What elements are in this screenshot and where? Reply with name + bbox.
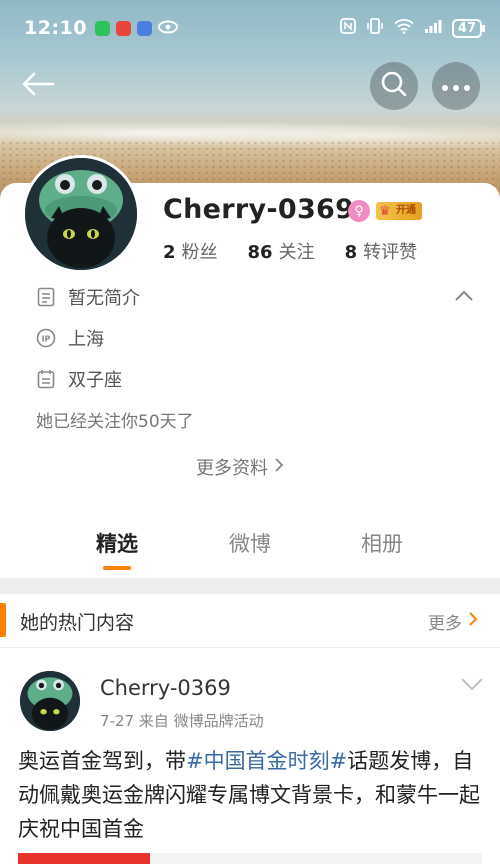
wifi-icon xyxy=(394,18,414,38)
hot-content-title: 她的热门内容 xyxy=(20,612,135,634)
crown-icon: ♛ xyxy=(379,204,391,219)
tab-album[interactable]: 相册 xyxy=(361,528,403,558)
post-body: 奥运首金驾到，带#中国首金时刻#话题发博，自动佩戴奥运金牌闪耀专属博文背景卡，和… xyxy=(18,744,482,846)
hot-more-link[interactable]: 更多 xyxy=(428,609,478,634)
svg-text:IP: IP xyxy=(42,335,51,344)
post-menu-button[interactable] xyxy=(460,676,484,695)
tab-featured[interactable]: 精选 xyxy=(96,528,138,558)
post-image[interactable] xyxy=(18,853,150,864)
location-text: 上海 xyxy=(68,329,104,350)
more-dots-icon xyxy=(441,77,471,96)
vip-open-badge[interactable]: ♛ 开通 xyxy=(376,202,422,220)
search-button[interactable] xyxy=(370,62,418,110)
back-button[interactable] xyxy=(16,64,60,108)
music-app-icon xyxy=(136,20,152,36)
post-author-name[interactable]: Cherry-0369 xyxy=(100,676,231,700)
hot-content-header: 她的热门内容 更多 xyxy=(0,594,500,648)
stat-reposts-likes[interactable]: 8 转评赞 xyxy=(345,238,418,264)
profile-tabs: 精选 微博 相册 xyxy=(0,520,500,570)
eye-icon xyxy=(157,19,178,38)
post-text-before: 奥运首金驾到，带 xyxy=(18,749,186,773)
post-topic-link[interactable]: #中国首金时刻# xyxy=(186,749,347,773)
post-author-avatar[interactable] xyxy=(20,671,80,731)
battery-indicator: 47 xyxy=(451,18,486,38)
tab-active-indicator xyxy=(103,566,131,570)
vibrate-icon xyxy=(366,18,384,38)
zodiac-row: 双子座 xyxy=(36,366,122,392)
tab-weibo[interactable]: 微博 xyxy=(229,528,271,558)
wechat-icon xyxy=(94,20,110,36)
section-accent-bar xyxy=(0,603,6,637)
more-options-button[interactable] xyxy=(432,62,480,110)
status-bar: 12:10 47 xyxy=(0,0,500,56)
status-time: 12:10 xyxy=(24,17,87,39)
notes-app-icon xyxy=(115,20,131,36)
more-info-link[interactable]: 更多资料 xyxy=(196,454,284,480)
chevron-right-icon xyxy=(274,457,284,478)
chevron-up-icon xyxy=(454,287,474,306)
arrow-left-icon xyxy=(21,72,55,100)
calendar-icon xyxy=(36,369,56,389)
chevron-right-icon xyxy=(468,611,478,632)
female-icon: ♀ xyxy=(348,200,370,222)
location-row: IP 上海 xyxy=(36,325,104,351)
zodiac-text: 双子座 xyxy=(68,370,122,391)
post-meta: 7-27 来自 微博品牌活动 xyxy=(100,712,264,730)
bio-text: 暂无简介 xyxy=(68,288,140,309)
stat-followers[interactable]: 2 粉丝 xyxy=(163,238,218,264)
post-image-secondary[interactable] xyxy=(150,853,482,864)
stat-following[interactable]: 86 关注 xyxy=(248,238,315,264)
avatar[interactable] xyxy=(22,155,140,273)
nfc-icon xyxy=(340,18,356,38)
follow-duration-note: 她已经关注你50天了 xyxy=(36,412,194,432)
bio-row: 暂无简介 xyxy=(36,284,140,310)
collapse-button[interactable] xyxy=(454,287,474,306)
hot-more-label: 更多 xyxy=(428,614,462,634)
chevron-down-icon xyxy=(460,676,484,695)
signal-icon xyxy=(424,19,442,37)
section-divider xyxy=(0,578,500,594)
profile-stats: 2 粉丝 86 关注 8 转评赞 xyxy=(163,238,417,264)
search-icon xyxy=(380,70,408,102)
ip-icon: IP xyxy=(36,328,56,348)
document-icon xyxy=(36,287,56,307)
more-info-label: 更多资料 xyxy=(196,458,268,479)
vip-label: 开通 xyxy=(396,205,416,216)
profile-username: Cherry-0369 xyxy=(163,194,355,225)
